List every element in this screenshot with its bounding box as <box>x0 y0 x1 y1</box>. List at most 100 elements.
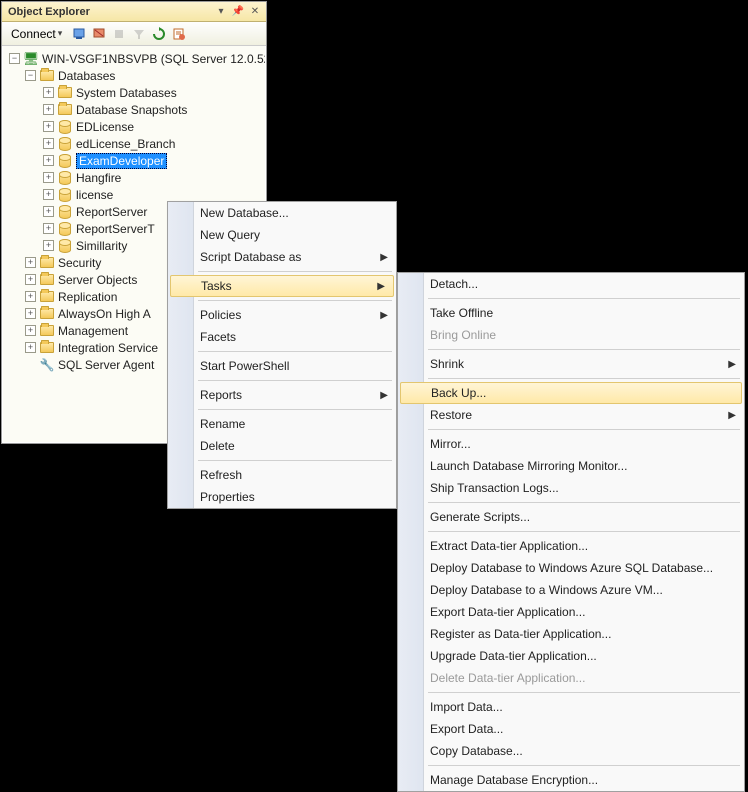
menu-item[interactable]: Manage Database Encryption... <box>398 769 744 791</box>
tree-item[interactable]: +EDLicense <box>3 118 265 135</box>
expand-icon[interactable]: + <box>25 325 36 336</box>
refresh-icon[interactable] <box>150 25 168 43</box>
menu-item-label: Properties <box>200 490 255 504</box>
menu-item[interactable]: Shrink▶ <box>398 353 744 375</box>
menu-item[interactable]: Launch Database Mirroring Monitor... <box>398 455 744 477</box>
expand-icon[interactable]: + <box>43 87 54 98</box>
tree-item-label: Management <box>58 324 128 338</box>
menu-item-label: Deploy Database to a Windows Azure VM... <box>430 583 663 597</box>
menu-item[interactable]: Mirror... <box>398 433 744 455</box>
expand-icon[interactable]: + <box>43 206 54 217</box>
menu-item[interactable]: Copy Database... <box>398 740 744 762</box>
database-icon <box>57 119 73 135</box>
menu-item[interactable]: Deploy Database to Windows Azure SQL Dat… <box>398 557 744 579</box>
expand-icon[interactable]: + <box>43 172 54 183</box>
pin-icon[interactable]: 📌 <box>231 5 245 19</box>
menu-item[interactable]: Export Data-tier Application... <box>398 601 744 623</box>
menu-item: Bring Online <box>398 324 744 346</box>
panel-titlebar[interactable]: Object Explorer ▾ 📌 ✕ <box>2 2 266 22</box>
folder-icon <box>39 306 55 322</box>
menu-item-label: Import Data... <box>430 700 503 714</box>
tree-item-label: AlwaysOn High A <box>58 307 151 321</box>
menu-item[interactable]: Extract Data-tier Application... <box>398 535 744 557</box>
menu-item[interactable]: Facets <box>168 326 396 348</box>
menu-item[interactable]: Rename <box>168 413 396 435</box>
context-menu-database[interactable]: New Database... New Query Script Database … <box>167 201 397 509</box>
menu-separator <box>428 502 740 503</box>
menu-item[interactable]: Import Data... <box>398 696 744 718</box>
collapse-icon[interactable]: − <box>25 70 36 81</box>
collapse-icon[interactable]: − <box>9 53 20 64</box>
expand-icon[interactable]: + <box>43 240 54 251</box>
expand-icon[interactable]: + <box>43 138 54 149</box>
script-icon[interactable] <box>170 25 188 43</box>
menu-item-label: Back Up... <box>431 386 486 400</box>
menu-item-label: New Query <box>200 228 260 242</box>
menu-item[interactable]: Delete <box>168 435 396 457</box>
tree-item[interactable]: +Hangfire <box>3 169 265 186</box>
menu-separator <box>428 531 740 532</box>
close-icon[interactable]: ✕ <box>248 5 262 19</box>
database-icon <box>57 204 73 220</box>
filter-icon[interactable] <box>130 25 148 43</box>
tree-item[interactable]: +edLicense_Branch <box>3 135 265 152</box>
menu-item[interactable]: New Query <box>168 224 396 246</box>
menu-item[interactable]: Deploy Database to a Windows Azure VM... <box>398 579 744 601</box>
menu-item-label: Restore <box>430 408 472 422</box>
expand-icon[interactable]: + <box>43 121 54 132</box>
menu-item[interactable]: Back Up... <box>400 382 742 404</box>
tree-item[interactable]: +Database Snapshots <box>3 101 265 118</box>
menu-item[interactable]: Export Data... <box>398 718 744 740</box>
expand-icon[interactable]: + <box>25 291 36 302</box>
menu-item[interactable]: Register as Data-tier Application... <box>398 623 744 645</box>
menu-item[interactable]: Take Offline <box>398 302 744 324</box>
expand-icon[interactable]: + <box>43 104 54 115</box>
menu-item-label: Deploy Database to Windows Azure SQL Dat… <box>430 561 713 575</box>
dropdown-icon[interactable]: ▾ <box>214 5 228 19</box>
menu-item[interactable]: Detach... <box>398 273 744 295</box>
tree-databases-label: Databases <box>58 69 115 83</box>
context-menu-tasks[interactable]: Detach... Take OfflineBring Online Shrink▶… <box>397 272 745 792</box>
expand-icon[interactable]: + <box>43 155 54 166</box>
menu-item[interactable]: Refresh <box>168 464 396 486</box>
stop-icon[interactable] <box>110 25 128 43</box>
chevron-down-icon: ▾ <box>58 28 63 39</box>
menu-item[interactable]: Restore▶ <box>398 404 744 426</box>
menu-item[interactable]: Script Database as▶ <box>168 246 396 268</box>
expand-icon[interactable]: + <box>43 223 54 234</box>
menu-item-label: Ship Transaction Logs... <box>430 481 559 495</box>
menu-item[interactable]: New Database... <box>168 202 396 224</box>
expand-icon[interactable]: + <box>25 274 36 285</box>
menu-separator <box>428 692 740 693</box>
menu-item-label: Extract Data-tier Application... <box>430 539 588 553</box>
menu-item[interactable]: Start PowerShell <box>168 355 396 377</box>
menu-item[interactable]: Reports▶ <box>168 384 396 406</box>
server-disconnect-icon[interactable] <box>90 25 108 43</box>
folder-icon <box>57 102 73 118</box>
menu-separator <box>198 380 392 381</box>
menu-item-label: Mirror... <box>430 437 471 451</box>
folder-icon <box>39 289 55 305</box>
tree-databases-node[interactable]: − Databases <box>3 67 265 84</box>
menu-item[interactable]: Policies▶ <box>168 304 396 326</box>
tree-item[interactable]: +ExamDeveloper <box>3 152 265 169</box>
menu-item[interactable]: Ship Transaction Logs... <box>398 477 744 499</box>
expand-icon[interactable]: + <box>25 308 36 319</box>
menu-item-label: Reports <box>200 388 242 402</box>
menu-item[interactable]: Upgrade Data-tier Application... <box>398 645 744 667</box>
menu-item[interactable]: Generate Scripts... <box>398 506 744 528</box>
menu-item[interactable]: Properties <box>168 486 396 508</box>
expand-icon[interactable]: + <box>43 189 54 200</box>
menu-item[interactable]: Tasks▶ <box>170 275 394 297</box>
tree-item[interactable]: +System Databases <box>3 84 265 101</box>
menu-item-label: Generate Scripts... <box>430 510 530 524</box>
connect-button[interactable]: Connect ▾ <box>6 25 67 43</box>
server-connect-icon[interactable] <box>70 25 88 43</box>
expand-icon[interactable]: + <box>25 257 36 268</box>
menu-separator <box>198 351 392 352</box>
database-icon <box>57 170 73 186</box>
tree-root-node[interactable]: − 🖥 WIN-VSGF1NBSVPB (SQL Server 12.0.52 <box>3 50 265 67</box>
menu-separator <box>428 349 740 350</box>
menu-item-label: Delete <box>200 439 235 453</box>
expand-icon[interactable]: + <box>25 342 36 353</box>
